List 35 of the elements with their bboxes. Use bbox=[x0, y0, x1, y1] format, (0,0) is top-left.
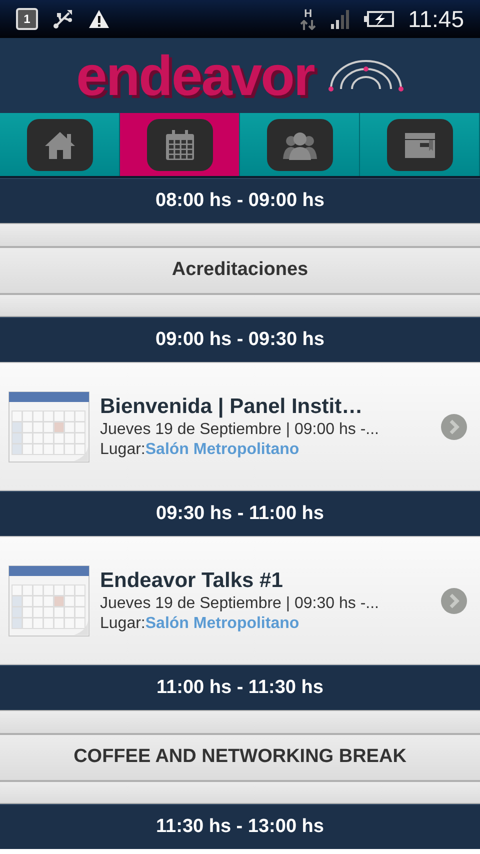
clock: 11:45 bbox=[408, 4, 464, 34]
session-title: Acreditaciones bbox=[0, 247, 480, 294]
battery-charging-icon bbox=[364, 10, 394, 28]
network-type: H bbox=[304, 8, 312, 20]
location-label: Lugar: bbox=[100, 440, 146, 460]
signal-icon bbox=[330, 9, 350, 29]
calendar-icon bbox=[8, 564, 90, 636]
event-title: Bienvenida | Panel Instit… bbox=[100, 394, 364, 420]
chevron-right-icon bbox=[440, 586, 468, 614]
event-details: Jueves 19 de Septiembre | 09:30 hs -... bbox=[100, 594, 380, 614]
time-slot-header: 08:00 hs - 09:00 hs bbox=[0, 178, 480, 223]
location-name: Salón Metropolitano bbox=[145, 440, 300, 460]
chevron-right-icon bbox=[440, 412, 468, 440]
event-details: Jueves 19 de Septiembre | 09:00 hs -... bbox=[100, 420, 380, 440]
event-list-item[interactable]: Bienvenida | Panel Instit… Jueves 19 de Septiembre | 09:00 hs -... Lugar:Salón Metropolitano bbox=[0, 362, 480, 491]
time-slot-header: 09:30 hs - 11:00 hs bbox=[0, 491, 480, 536]
usb-icon bbox=[52, 8, 74, 30]
nav-tab[interactable] bbox=[120, 113, 240, 176]
session-title: COFFEE AND NETWORKING BREAK bbox=[0, 734, 480, 781]
arcs-logo-icon bbox=[328, 58, 404, 92]
warning-icon bbox=[88, 9, 110, 29]
notification-count: 1 bbox=[16, 8, 38, 30]
time-slot-header: 11:00 hs - 11:30 hs bbox=[0, 665, 480, 710]
nav-tab[interactable] bbox=[0, 113, 120, 176]
nav-tab[interactable] bbox=[360, 113, 480, 176]
location-label: Lugar: bbox=[100, 614, 146, 634]
location-name: Salón Metropolitano bbox=[145, 614, 300, 634]
calendar-icon bbox=[8, 390, 90, 462]
logo-text: endeavor bbox=[76, 48, 314, 104]
event-title: Endeavor Talks #1 bbox=[100, 568, 284, 594]
data-arrows-icon bbox=[300, 20, 316, 30]
nav-tab[interactable] bbox=[240, 113, 360, 176]
event-list-item[interactable]: Endeavor Talks #1 Jueves 19 de Septiembre | 09:30 hs -... Lugar:Salón Metropolitano bbox=[0, 536, 480, 665]
time-slot-header: 09:00 hs - 09:30 hs bbox=[0, 317, 480, 362]
time-slot-header: 11:30 hs - 13:00 hs bbox=[0, 804, 480, 849]
